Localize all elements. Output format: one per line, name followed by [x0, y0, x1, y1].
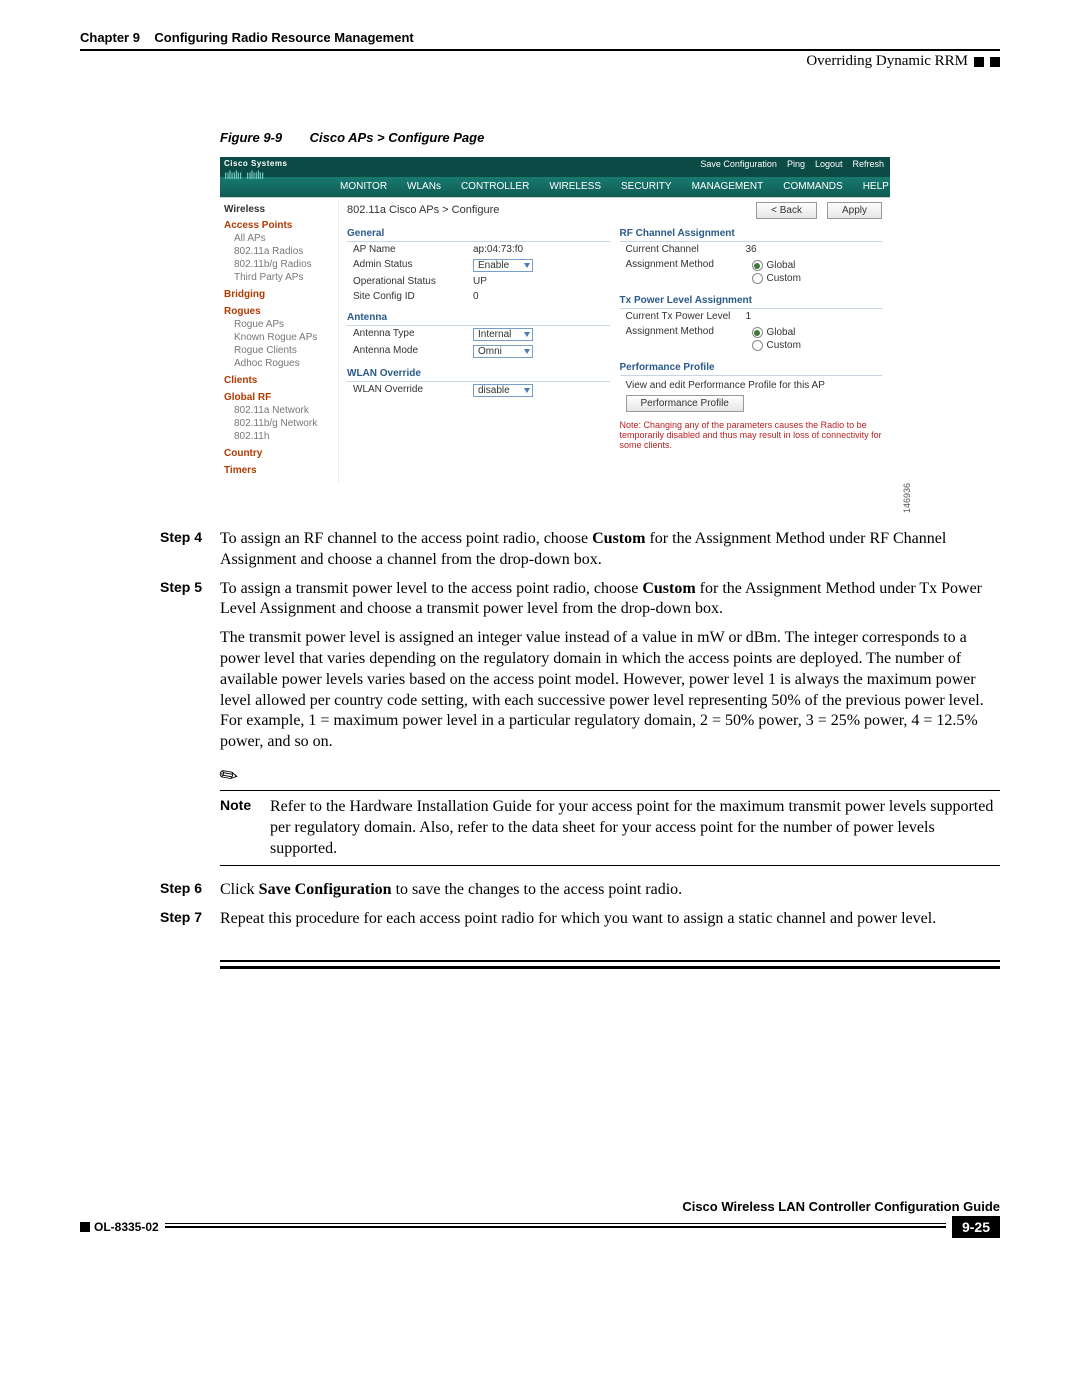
- radio-icon: [752, 273, 763, 284]
- value: ap:04:73:f0: [473, 244, 610, 255]
- perf-profile-text: View and edit Performance Profile for th…: [620, 376, 883, 395]
- menu-commands[interactable]: COMMANDS: [773, 177, 852, 197]
- label: Antenna Mode: [347, 345, 473, 358]
- image-id: 146936: [902, 483, 912, 513]
- step-text: Click Save Configuration to save the cha…: [220, 880, 1000, 901]
- rf-custom-radio[interactable]: Custom: [746, 272, 883, 285]
- sidebar-access-points[interactable]: Access Points: [224, 219, 334, 232]
- sidebar-item[interactable]: All APs: [224, 232, 334, 245]
- menu-wlans[interactable]: WLANs: [397, 177, 451, 197]
- decor-square: [990, 57, 1000, 67]
- section-heading: Overriding Dynamic RRM: [806, 53, 968, 70]
- note-label: Note: [220, 797, 270, 859]
- step-label: Step 6: [160, 880, 220, 901]
- sidebar-item[interactable]: Rogue APs: [224, 318, 334, 331]
- sidebar-item[interactable]: 802.11b/g Network: [224, 417, 334, 430]
- antenna-mode-select[interactable]: Omni: [473, 345, 533, 358]
- chapter-heading: Chapter 9 Configuring Radio Resource Man…: [80, 30, 414, 45]
- sidebar-item[interactable]: Rogue Clients: [224, 344, 334, 357]
- rf-channel-heading: RF Channel Assignment: [620, 226, 883, 242]
- step-text: To assign a transmit power level to the …: [220, 579, 1000, 621]
- tx-custom-radio[interactable]: Custom: [746, 339, 883, 352]
- admin-status-select[interactable]: Enable: [473, 259, 533, 272]
- menu-controller[interactable]: CONTROLLER: [451, 177, 539, 197]
- sidebar-bridging[interactable]: Bridging: [224, 288, 334, 301]
- value: 36: [746, 244, 883, 255]
- menu-wireless[interactable]: WIRELESS: [539, 177, 611, 197]
- figure-caption: Figure 9-9 Cisco APs > Configure Page: [220, 130, 1000, 145]
- sidebar-global-rf[interactable]: Global RF: [224, 391, 334, 404]
- menu-monitor[interactable]: MONITOR: [330, 177, 397, 197]
- step-label: Step 7: [160, 909, 220, 930]
- figure-screenshot: Cisco Systems ıılıılıı ıılıılıı Save Con…: [220, 157, 890, 483]
- footer-guide-title: Cisco Wireless LAN Controller Configurat…: [80, 1199, 1000, 1214]
- radio-icon: [752, 260, 763, 271]
- radio-warning-note: Note: Changing any of the parameters cau…: [620, 420, 883, 450]
- label: Antenna Type: [347, 328, 473, 341]
- step-text: Repeat this procedure for each access po…: [220, 909, 1000, 930]
- radio-icon: [752, 340, 763, 351]
- doc-number: OL-8335-02: [94, 1220, 159, 1234]
- value: UP: [473, 276, 610, 287]
- tx-global-radio[interactable]: Global: [746, 326, 883, 339]
- sidebar-item[interactable]: Adhoc Rogues: [224, 357, 334, 370]
- sidebar-item[interactable]: 802.11a Radios: [224, 245, 334, 258]
- antenna-type-select[interactable]: Internal: [473, 328, 533, 341]
- label: AP Name: [347, 244, 473, 255]
- apply-button[interactable]: Apply: [827, 202, 882, 219]
- label: Site Config ID: [347, 291, 473, 302]
- wlan-override-heading: WLAN Override: [347, 366, 610, 382]
- general-heading: General: [347, 226, 610, 242]
- tx-power-heading: Tx Power Level Assignment: [620, 293, 883, 309]
- decor-square: [974, 57, 984, 67]
- sidebar-item[interactable]: 802.11a Network: [224, 404, 334, 417]
- decor-square: [80, 1222, 90, 1232]
- note-text: Refer to the Hardware Installation Guide…: [270, 797, 1000, 859]
- label: Current Channel: [620, 244, 746, 255]
- menu-help[interactable]: HELP: [853, 177, 899, 197]
- refresh-link[interactable]: Refresh: [852, 159, 884, 175]
- sidebar-heading: Wireless: [224, 204, 334, 215]
- value: 1: [746, 311, 883, 322]
- radio-icon: [752, 327, 763, 338]
- label: Current Tx Power Level: [620, 311, 746, 322]
- sidebar-country[interactable]: Country: [224, 447, 334, 460]
- value: 0: [473, 291, 610, 302]
- logout-link[interactable]: Logout: [815, 159, 843, 175]
- footer-rule: [165, 1226, 946, 1228]
- ss-sidebar: Wireless Access Points All APs 802.11a R…: [220, 198, 339, 483]
- ping-link[interactable]: Ping: [787, 159, 805, 175]
- cisco-logo: Cisco Systems ıılıılıı ıılıılıı: [224, 159, 324, 191]
- back-button[interactable]: < Back: [756, 202, 817, 219]
- label: Operational Status: [347, 276, 473, 287]
- label: WLAN Override: [347, 384, 473, 397]
- save-config-link[interactable]: Save Configuration: [700, 159, 777, 175]
- sidebar-item[interactable]: Third Party APs: [224, 271, 334, 284]
- label: Assignment Method: [620, 326, 746, 352]
- menu-security[interactable]: SECURITY: [611, 177, 682, 197]
- perf-profile-heading: Performance Profile: [620, 360, 883, 376]
- step-label: Step 5: [160, 579, 220, 621]
- label: Assignment Method: [620, 259, 746, 285]
- sidebar-rogues[interactable]: Rogues: [224, 305, 334, 318]
- sidebar-clients[interactable]: Clients: [224, 374, 334, 387]
- page-number: 9-25: [952, 1216, 1000, 1238]
- step-text: To assign an RF channel to the access po…: [220, 529, 1000, 571]
- sidebar-timers[interactable]: Timers: [224, 464, 334, 477]
- rf-global-radio[interactable]: Global: [746, 259, 883, 272]
- step-label: Step 4: [160, 529, 220, 571]
- perf-profile-button[interactable]: Performance Profile: [626, 395, 744, 412]
- paragraph: The transmit power level is assigned an …: [220, 628, 1000, 753]
- sidebar-item[interactable]: Known Rogue APs: [224, 331, 334, 344]
- wlan-override-select[interactable]: disable: [473, 384, 533, 397]
- note-icon: ✎: [215, 762, 243, 791]
- label: Admin Status: [347, 259, 473, 272]
- antenna-heading: Antenna: [347, 310, 610, 326]
- menu-management[interactable]: MANAGEMENT: [682, 177, 774, 197]
- sidebar-item[interactable]: 802.11b/g Radios: [224, 258, 334, 271]
- sidebar-item[interactable]: 802.11h: [224, 430, 334, 443]
